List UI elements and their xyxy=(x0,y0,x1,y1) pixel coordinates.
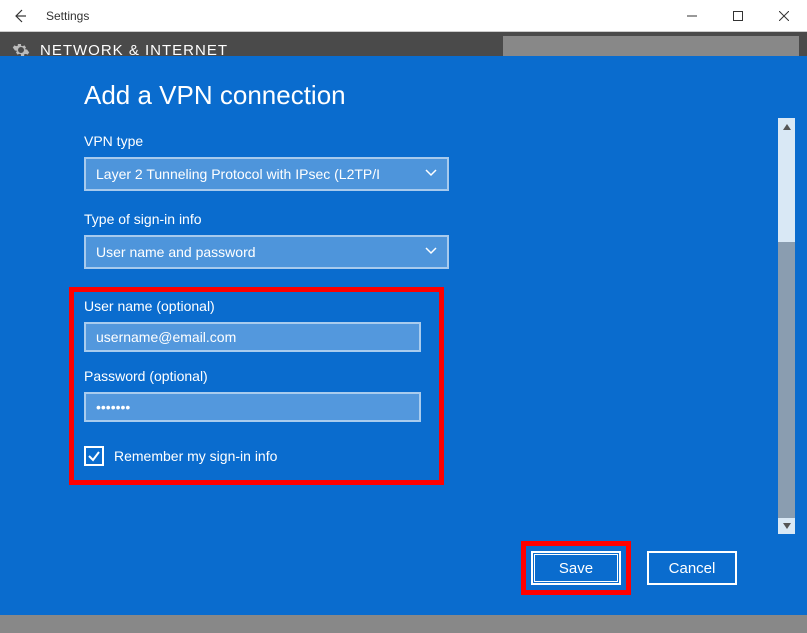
scroll-down-icon[interactable] xyxy=(778,517,795,534)
footer-dimmed xyxy=(0,615,807,633)
back-button[interactable] xyxy=(0,0,40,32)
window-controls xyxy=(669,0,807,32)
signin-type-dropdown[interactable]: User name and password xyxy=(84,235,449,269)
chevron-down-icon xyxy=(425,169,437,180)
username-label: User name (optional) xyxy=(84,298,429,314)
password-label: Password (optional) xyxy=(84,368,429,384)
username-value: username@email.com xyxy=(96,329,236,345)
save-label: Save xyxy=(559,560,593,577)
window-title: Settings xyxy=(46,9,89,23)
password-group: Password (optional) ••••••• xyxy=(84,368,429,422)
remember-label: Remember my sign-in info xyxy=(114,448,277,464)
maximize-button[interactable] xyxy=(715,0,761,32)
arrow-left-icon xyxy=(12,8,28,24)
password-input[interactable]: ••••••• xyxy=(84,392,421,422)
dialog-buttons: Save Cancel xyxy=(521,541,737,595)
vpn-type-value: Layer 2 Tunneling Protocol with IPsec (L… xyxy=(96,166,380,182)
vpn-type-label: VPN type xyxy=(84,133,454,149)
save-highlight: Save xyxy=(521,541,631,595)
signin-type-value: User name and password xyxy=(96,244,256,260)
close-icon xyxy=(779,11,789,21)
scroll-up-icon[interactable] xyxy=(778,118,795,135)
maximize-icon xyxy=(733,11,743,21)
signin-type-label: Type of sign-in info xyxy=(84,211,454,227)
remember-row[interactable]: Remember my sign-in info xyxy=(84,446,429,466)
minimize-icon xyxy=(687,11,697,21)
cancel-label: Cancel xyxy=(669,560,716,577)
minimize-button[interactable] xyxy=(669,0,715,32)
checkmark-icon xyxy=(87,449,101,463)
save-button[interactable]: Save xyxy=(531,551,621,585)
username-group: User name (optional) username@email.com xyxy=(84,298,429,352)
chevron-down-icon xyxy=(425,247,437,258)
username-input[interactable]: username@email.com xyxy=(84,322,421,352)
vpn-type-group: VPN type Layer 2 Tunneling Protocol with… xyxy=(84,133,454,191)
page-title: Add a VPN connection xyxy=(84,80,807,111)
scrollbar[interactable] xyxy=(778,118,795,534)
vpn-type-dropdown[interactable]: Layer 2 Tunneling Protocol with IPsec (L… xyxy=(84,157,449,191)
scrollbar-thumb[interactable] xyxy=(778,242,795,518)
password-value: ••••••• xyxy=(96,399,130,415)
remember-checkbox[interactable] xyxy=(84,446,104,466)
signin-type-group: Type of sign-in info User name and passw… xyxy=(84,211,454,269)
credentials-highlight: User name (optional) username@email.com … xyxy=(69,287,444,485)
titlebar: Settings xyxy=(0,0,807,32)
cancel-button[interactable]: Cancel xyxy=(647,551,737,585)
close-button[interactable] xyxy=(761,0,807,32)
vpn-dialog: Add a VPN connection VPN type Layer 2 Tu… xyxy=(0,56,807,615)
